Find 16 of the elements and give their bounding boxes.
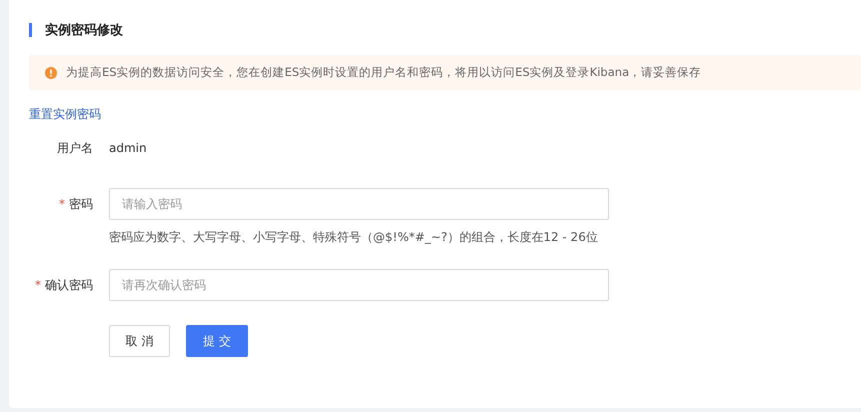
field-value: admin <box>109 141 147 155</box>
section-title: 实例密码修改 <box>45 22 123 39</box>
submit-button[interactable]: 提 交 <box>186 325 248 357</box>
warning-message: 为提高ES实例的数据访问安全，您在创建ES实例时设置的用户名和密码，将用以访问ES实例及登录Kibana，请妥善保存 <box>66 65 702 80</box>
field-label: 确认密码 <box>45 278 93 292</box>
accent-bar <box>29 23 32 37</box>
cancel-button[interactable]: 取 消 <box>109 325 170 357</box>
warning-icon <box>45 66 57 78</box>
input-field[interactable]: 请再次确认密码 <box>109 269 609 301</box>
input-field[interactable]: 请输入密码 <box>109 188 609 220</box>
field-label: 密码 <box>69 197 93 211</box>
required-mark: * <box>59 197 65 211</box>
required-mark: * <box>35 278 41 292</box>
field-hint: 密码应为数字、大写字母、小写字母、特殊符号（@$!%*#_~?）的组合，长度在12 - 26位 <box>109 229 599 245</box>
field-label: 用户名 <box>57 141 93 155</box>
reset-password-link[interactable]: 重置实例密码 <box>29 107 101 121</box>
